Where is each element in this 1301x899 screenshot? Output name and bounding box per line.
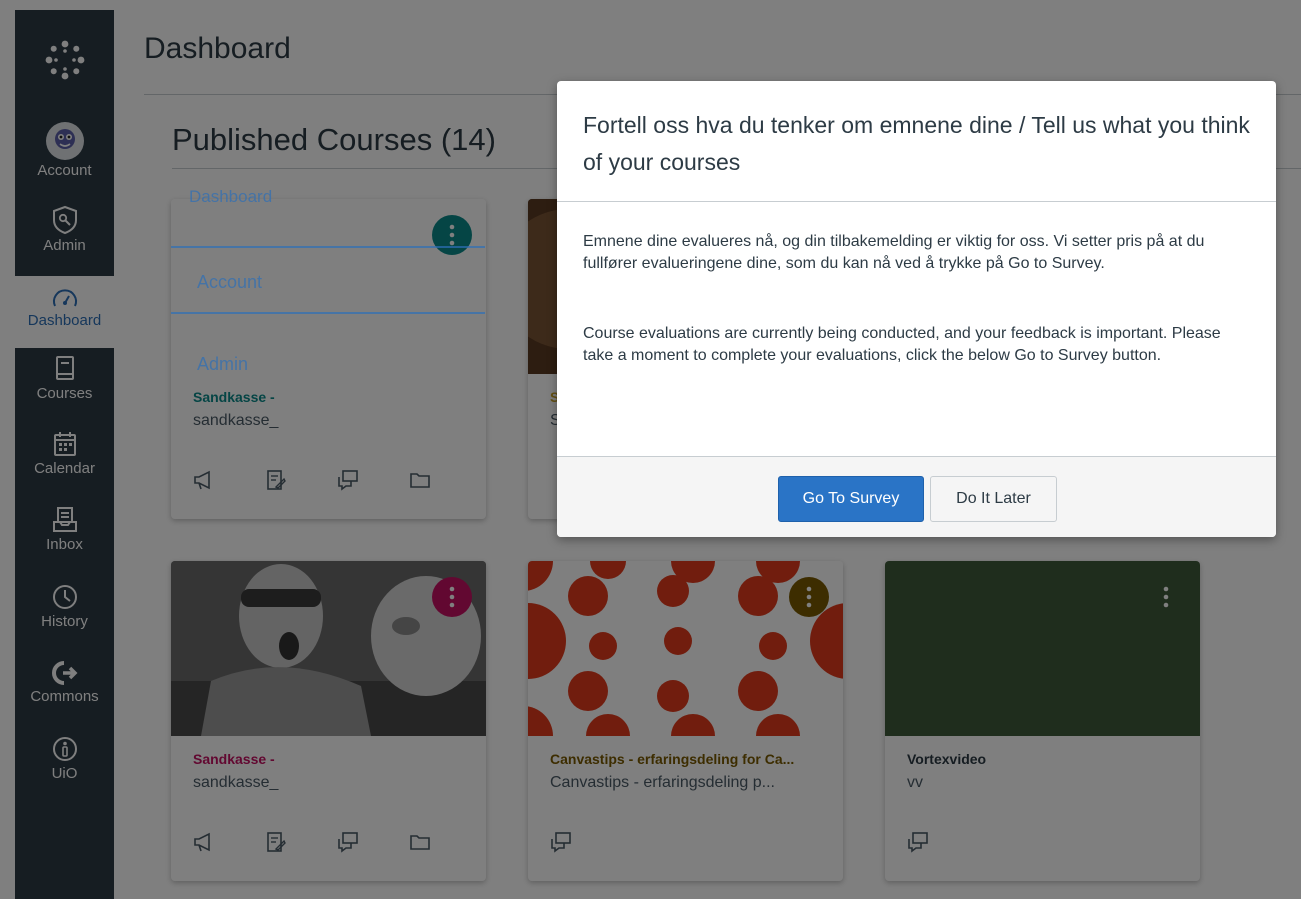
- dialog-text-english: Course evaluations are currently being c…: [583, 325, 1221, 364]
- tour-item-account: Account: [197, 272, 263, 292]
- dialog-footer: Go To Survey Do It Later: [557, 456, 1276, 537]
- divider: [171, 246, 485, 248]
- go-to-survey-button[interactable]: Go To Survey: [778, 476, 924, 522]
- tour-item-admin: Admin: [197, 354, 249, 374]
- survey-dialog: Fortell oss hva du tenker om emnene dine…: [557, 81, 1276, 537]
- divider: [171, 312, 485, 314]
- dialog-body: Emnene dine evalueres nå, og din tilbake…: [583, 231, 1253, 415]
- tour-item-dashboard: Dashboard: [189, 187, 273, 206]
- dialog-text-norwegian: Emnene dine evalueres nå, og din tilbake…: [583, 233, 1205, 272]
- do-it-later-button[interactable]: Do It Later: [930, 476, 1057, 522]
- dialog-title: Fortell oss hva du tenker om emnene dine…: [557, 81, 1276, 202]
